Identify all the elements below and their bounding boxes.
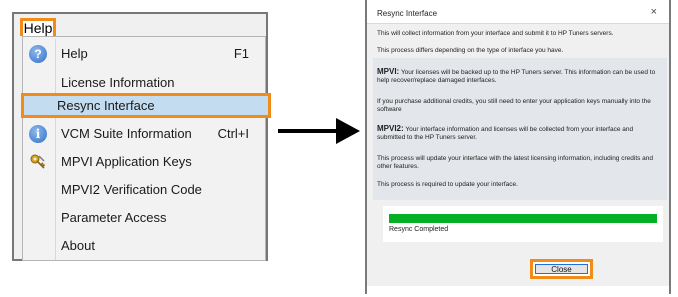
- mpvi2-text: MPVI2: Your interface information and li…: [377, 124, 661, 143]
- progress-fill: [389, 214, 657, 223]
- menu-item-shortcut: F1: [233, 46, 249, 61]
- info-icon: i: [29, 125, 47, 143]
- process-text: This process differs depending on the ty…: [377, 47, 564, 54]
- help-menu-screenshot: Help ? Help F1 License Information Resyn…: [12, 12, 271, 261]
- menu-item-label: Resync Interface: [57, 98, 155, 113]
- credits-text: If you purchase additional credits, you …: [377, 98, 651, 114]
- menu-item-label: VCM Suite Information: [61, 126, 192, 141]
- menu-item-label: Help: [61, 46, 88, 61]
- progress-status: Resync Completed: [389, 226, 449, 233]
- intro-text: This will collect information from your …: [377, 30, 614, 37]
- progress-area: [383, 206, 663, 242]
- menu-item-label: About: [61, 238, 95, 253]
- close-button[interactable]: Close: [535, 264, 588, 274]
- menu-item-resync-interface[interactable]: Resync Interface: [21, 93, 271, 118]
- mpvi2-description: Your interface information and licenses …: [377, 126, 634, 142]
- resync-dialog: Resync Interface × This will collect inf…: [365, 0, 671, 294]
- mpvi-heading: MPVI:: [377, 67, 400, 76]
- right-arrow-icon: [278, 118, 360, 144]
- progress-bar: [389, 214, 657, 223]
- menu-item-label: Parameter Access: [61, 210, 167, 225]
- menu-item-shortcut: Ctrl+I: [217, 126, 249, 141]
- menu-item-label: MPVI Application Keys: [61, 154, 192, 169]
- update-text: This process will update your interface …: [377, 155, 654, 171]
- menu-item-parameter-access[interactable]: Parameter Access: [25, 205, 263, 230]
- menu-item-about[interactable]: About: [25, 233, 263, 258]
- menubar-help[interactable]: Help: [20, 18, 56, 36]
- dialog-bottom-edge: [367, 286, 669, 294]
- help-menu-dropdown: ? Help F1 License Information Resync Int…: [21, 36, 271, 261]
- mpvi2-heading: MPVI2:: [377, 124, 404, 133]
- menu-item-vcm-suite-information[interactable]: i VCM Suite Information Ctrl+I: [25, 121, 263, 146]
- menu-item-label: License Information: [61, 75, 175, 90]
- dialog-titlebar: Resync Interface ×: [367, 0, 669, 24]
- close-icon[interactable]: ×: [651, 6, 657, 18]
- menubar: Help: [14, 14, 266, 36]
- menu-item-help[interactable]: ? Help F1: [25, 41, 263, 66]
- close-button-highlight: Close: [530, 259, 593, 279]
- required-text: This process is required to update your …: [377, 181, 518, 188]
- help-icon: ?: [29, 45, 47, 63]
- menu-item-license-information[interactable]: License Information: [25, 70, 263, 95]
- menu-item-mpvi-application-keys[interactable]: MPVI Application Keys: [25, 149, 263, 174]
- mpvi-text: MPVI: Your licenses will be backed up to…: [377, 67, 661, 86]
- menu-item-label: MPVI2 Verification Code: [61, 182, 202, 197]
- dialog-title: Resync Interface: [377, 9, 438, 18]
- keys-icon: [29, 153, 47, 171]
- menu-item-mpvi2-verification-code[interactable]: MPVI2 Verification Code: [25, 177, 263, 202]
- mpvi-description: Your licenses will be backed up to the H…: [377, 69, 656, 85]
